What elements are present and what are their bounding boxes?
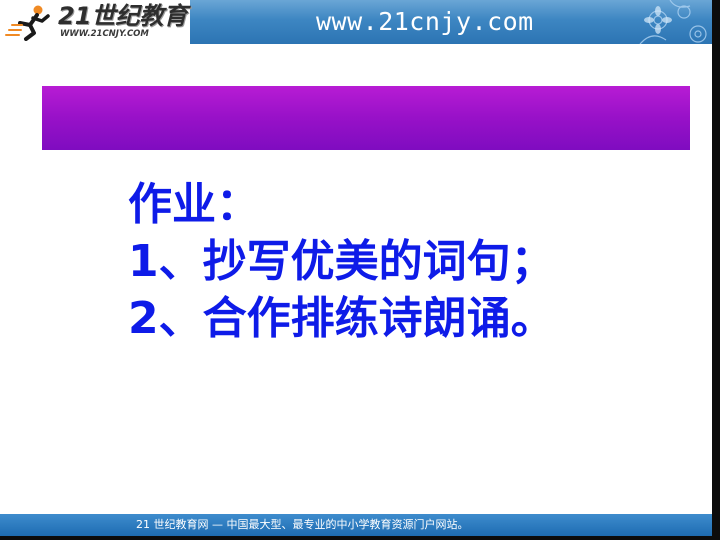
frame-border-bottom (0, 536, 720, 540)
footer-bar: 21 世纪教育网 — 中国最大型、最专业的中小学教育资源门户网站。 (0, 514, 712, 536)
homework-content: 作业： 1、抄写优美的词句； 2、合作排练诗朗诵。 (128, 176, 688, 347)
homework-item-2: 2、合作排练诗朗诵。 (128, 293, 555, 344)
site-logo[interactable]: 21世纪教育 WWW.21CNJY.COM (0, 0, 190, 44)
footer-slogan: 21 世纪教育网 — 中国最大型、最专业的中小学教育资源门户网站。 (136, 518, 469, 531)
site-url[interactable]: www.21cnjy.com (316, 7, 534, 37)
logo-wordmark: 21世纪教育 (58, 2, 188, 30)
title-bar (42, 86, 690, 150)
flower-pattern-icon (639, 0, 707, 44)
header-banner: 21世纪教育 WWW.21CNJY.COM www.21cnjy.com (0, 0, 712, 44)
slide: 21世纪教育 WWW.21CNJY.COM www.21cnjy.com 作业：… (0, 0, 712, 536)
frame-border-right (712, 0, 720, 540)
homework-heading: 作业： (128, 179, 260, 230)
logo-domain: WWW.21CNJY.COM (60, 29, 149, 39)
homework-item-1: 1、抄写优美的词句； (128, 236, 555, 287)
runner-icon (5, 5, 50, 41)
